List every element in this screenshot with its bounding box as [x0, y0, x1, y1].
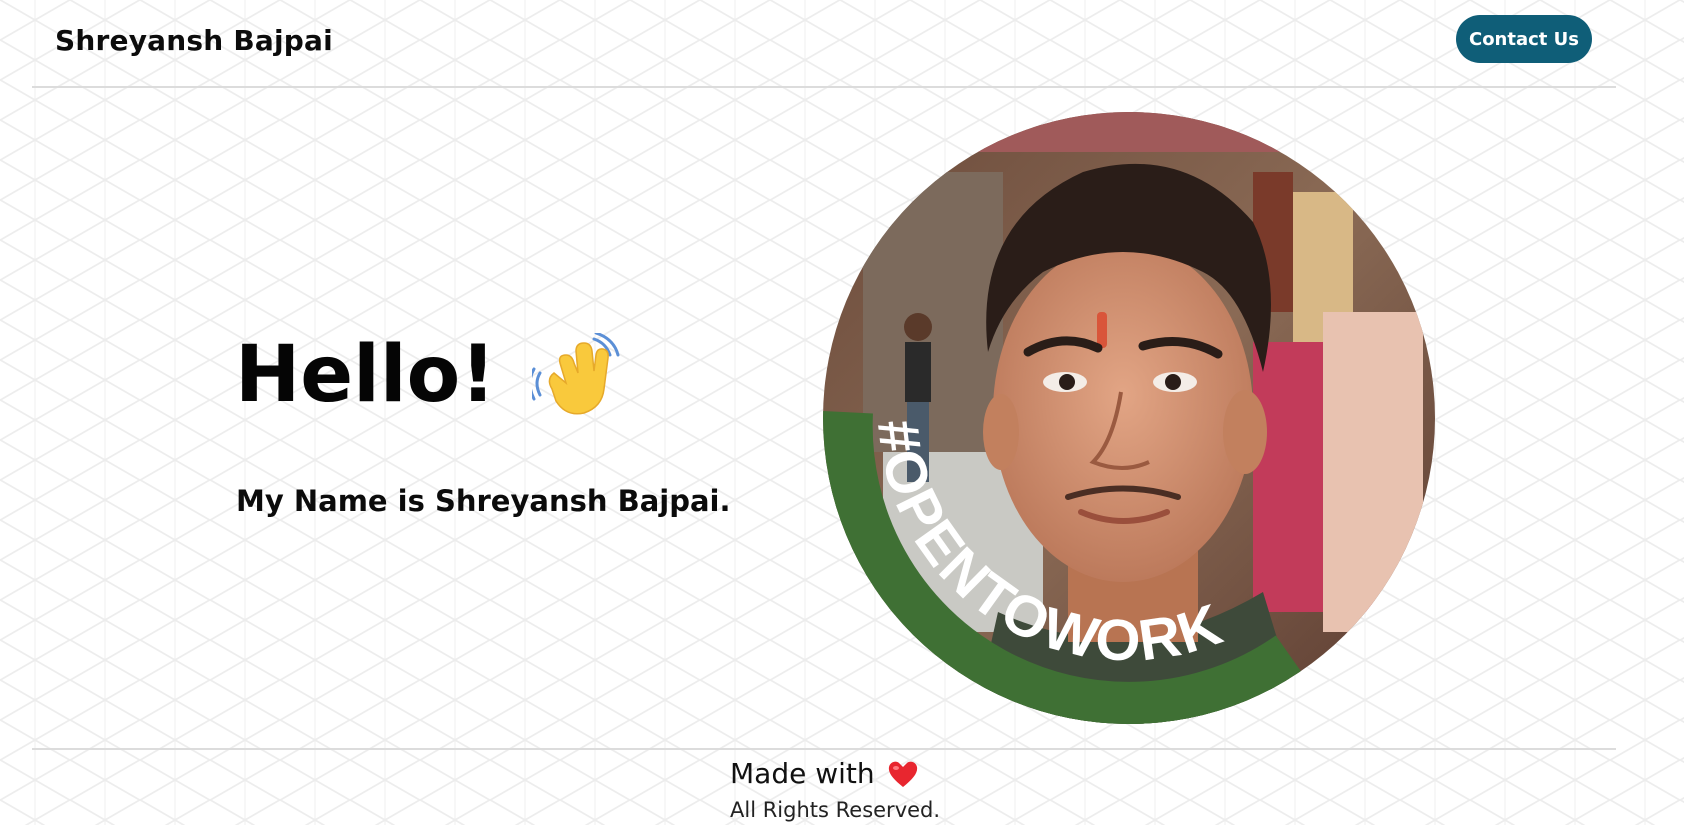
hero-greeting: Hello!: [235, 330, 620, 420]
intro-text: My Name is Shreyansh Bajpai.: [236, 484, 731, 518]
made-with-text: Made with: [730, 757, 919, 790]
portfolio-page: Shreyansh Bajpai Contact Us Hello! My Na…: [0, 0, 1684, 825]
brand-name[interactable]: Shreyansh Bajpai: [55, 24, 333, 57]
waving-hand-icon: [531, 333, 620, 415]
made-with-label: Made with: [730, 757, 875, 790]
profile-photo: #OPENTOWORK: [823, 112, 1435, 724]
site-header: Shreyansh Bajpai Contact Us: [32, 0, 1616, 88]
footer-divider: [32, 748, 1616, 750]
profile-photo-graphic: #OPENTOWORK: [823, 112, 1435, 724]
greeting-text: Hello!: [235, 330, 496, 420]
contact-us-button[interactable]: Contact Us: [1456, 15, 1592, 63]
heart-icon: [888, 761, 917, 787]
copyright-text: All Rights Reserved.: [730, 798, 941, 822]
